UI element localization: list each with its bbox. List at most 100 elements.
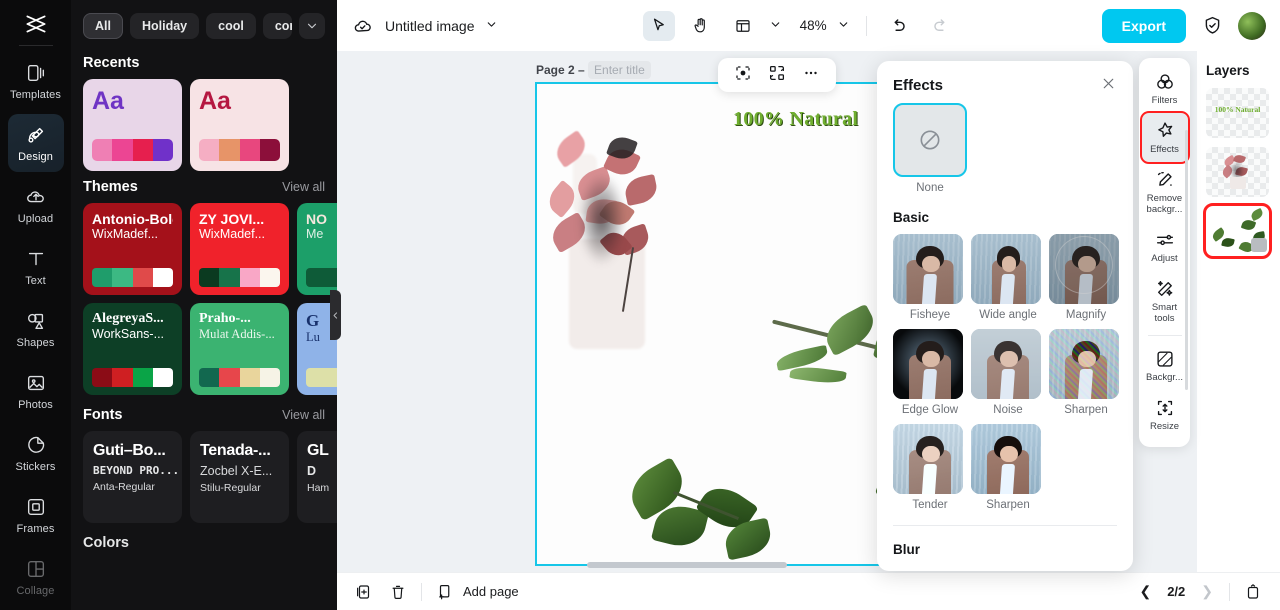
pages-panel-icon[interactable] bbox=[1242, 581, 1264, 603]
themes-view-all[interactable]: View all bbox=[282, 180, 325, 194]
next-page-button[interactable]: ❯ bbox=[1197, 583, 1217, 600]
theme-font-secondary: WixMadef... bbox=[199, 228, 280, 242]
zoom-chevron-down-icon[interactable] bbox=[837, 18, 850, 34]
sidebar-label: Design bbox=[18, 151, 53, 163]
zoom-level[interactable]: 48% bbox=[800, 18, 827, 33]
shield-check-icon[interactable] bbox=[1196, 11, 1228, 41]
undo-button[interactable] bbox=[883, 11, 915, 41]
chip-cool[interactable]: cool bbox=[206, 13, 256, 39]
layout-tool-button[interactable] bbox=[727, 11, 759, 41]
tool-adjust[interactable]: Adjust bbox=[1142, 222, 1188, 271]
theme-card[interactable]: AlegreyaS... WorkSans-... bbox=[83, 303, 182, 395]
tool-background[interactable]: Backgr... bbox=[1142, 341, 1188, 390]
magic-select-icon[interactable] bbox=[734, 64, 752, 87]
sidebar-item-text[interactable]: Text bbox=[8, 238, 64, 296]
swatch-strip bbox=[199, 139, 280, 161]
theme-card[interactable]: Praho-... Mulat Addis-... bbox=[190, 303, 289, 395]
hand-tool-button[interactable] bbox=[685, 11, 717, 41]
more-options-icon[interactable] bbox=[802, 64, 820, 87]
page-title-input[interactable]: Enter title bbox=[588, 61, 651, 79]
chip-all[interactable]: All bbox=[83, 13, 123, 39]
toolstrip-scrollbar[interactable] bbox=[1185, 130, 1188, 390]
rail-divider bbox=[19, 45, 53, 46]
add-page-icon bbox=[434, 581, 456, 603]
canvas-text-layer[interactable]: 100% Natural bbox=[733, 108, 858, 131]
tool-effects[interactable]: Effects bbox=[1142, 113, 1188, 162]
shapes-icon bbox=[25, 310, 47, 332]
capcut-logo-icon[interactable] bbox=[16, 8, 56, 39]
canvas-floating-toolbar bbox=[718, 58, 836, 92]
effect-item[interactable]: Tender bbox=[893, 424, 963, 511]
sidebar-item-templates[interactable]: Templates bbox=[8, 52, 64, 110]
fonts-view-all[interactable]: View all bbox=[282, 408, 325, 422]
effect-item[interactable]: Fisheye bbox=[893, 234, 963, 321]
sidebar-item-photos[interactable]: Photos bbox=[8, 362, 64, 420]
chevron-down-icon[interactable] bbox=[485, 18, 498, 34]
layout-chevron-down-icon[interactable] bbox=[769, 18, 782, 34]
sidebar-label: Shapes bbox=[17, 337, 55, 349]
effect-item[interactable]: Noise bbox=[971, 329, 1041, 416]
document-title[interactable]: Untitled image bbox=[385, 18, 475, 34]
effect-item[interactable]: Sharpen bbox=[971, 424, 1041, 511]
tool-label: Filters bbox=[1152, 96, 1178, 107]
chip-concise[interactable]: concise bbox=[263, 13, 292, 39]
effect-thumbnail bbox=[1049, 329, 1119, 399]
section-title: Recents bbox=[83, 55, 139, 71]
effect-item[interactable]: Magnify bbox=[1049, 234, 1119, 321]
delete-page-icon[interactable] bbox=[387, 581, 409, 603]
tool-remove-background[interactable]: Remove backgr... bbox=[1142, 162, 1188, 222]
canvas-horizontal-scrollbar[interactable] bbox=[587, 562, 787, 568]
tool-smart-tools[interactable]: Smart tools bbox=[1142, 271, 1188, 331]
tool-filters[interactable]: Filters bbox=[1142, 64, 1188, 113]
bottom-toolbar: Add page ❮ 2/2 ❯ bbox=[337, 572, 1280, 610]
close-icon[interactable] bbox=[1100, 75, 1117, 95]
swatch-strip bbox=[306, 368, 337, 387]
sidebar-item-design[interactable]: Design bbox=[8, 114, 64, 172]
tool-resize[interactable]: Resize bbox=[1142, 390, 1188, 439]
recent-card[interactable]: Aa bbox=[83, 79, 182, 171]
duplicate-page-icon[interactable] bbox=[353, 581, 375, 603]
user-avatar[interactable] bbox=[1238, 12, 1266, 40]
sidebar-item-collage[interactable]: Collage bbox=[8, 548, 64, 606]
themes-header: Themes View all bbox=[71, 171, 337, 203]
page-indicator: 2/2 bbox=[1167, 584, 1185, 599]
sidebar-item-frames[interactable]: Frames bbox=[8, 486, 64, 544]
font-card[interactable]: Guti–Bo... BEYOND PRO... Anta-Regular bbox=[83, 431, 182, 523]
effect-none-item[interactable]: None bbox=[893, 103, 1117, 194]
fonts-row: Guti–Bo... BEYOND PRO... Anta-Regular Te… bbox=[71, 431, 337, 523]
page-number-label: Page 2 – bbox=[536, 63, 585, 77]
theme-card[interactable]: Antonio-Bold WixMadef... bbox=[83, 203, 182, 295]
sidebar-item-shapes[interactable]: Shapes bbox=[8, 300, 64, 358]
redo-button[interactable] bbox=[925, 11, 957, 41]
font-card[interactable]: GL D Ham bbox=[297, 431, 337, 523]
photos-icon bbox=[25, 372, 47, 394]
effect-item[interactable]: Sharpen bbox=[1049, 329, 1119, 416]
chip-holiday[interactable]: Holiday bbox=[130, 13, 199, 39]
sidebar-item-upload[interactable]: Upload bbox=[8, 176, 64, 234]
sidebar-item-stickers[interactable]: Stickers bbox=[8, 424, 64, 482]
add-page-button[interactable]: Add page bbox=[434, 581, 519, 603]
chevron-down-icon[interactable] bbox=[299, 13, 325, 39]
font-name-1: Tenada-... bbox=[200, 442, 279, 460]
theme-card[interactable]: ZY JOVI... WixMadef... bbox=[190, 203, 289, 295]
theme-card[interactable]: NO Me bbox=[297, 203, 337, 295]
export-button[interactable]: Export bbox=[1102, 9, 1186, 43]
effect-label: Sharpen bbox=[1049, 404, 1123, 416]
section-title: Fonts bbox=[83, 407, 122, 423]
font-card[interactable]: Tenada-... Zocbel X-E... Stilu-Regular bbox=[190, 431, 289, 523]
effect-item[interactable]: Edge Glow bbox=[893, 329, 963, 416]
prev-page-button[interactable]: ❮ bbox=[1135, 583, 1155, 600]
recent-card[interactable]: Aa bbox=[190, 79, 289, 171]
qr-code-icon[interactable] bbox=[768, 64, 786, 87]
layer-item-leaves[interactable] bbox=[1206, 206, 1269, 256]
stickers-icon bbox=[25, 434, 47, 456]
effect-thumbnail bbox=[971, 424, 1041, 494]
theme-font-secondary: WixMadef... bbox=[92, 228, 173, 242]
layer-item-flower[interactable] bbox=[1206, 147, 1269, 197]
effect-item[interactable]: Wide angle bbox=[971, 234, 1041, 321]
panel-collapse-handle[interactable] bbox=[330, 290, 341, 340]
layer-item-text[interactable]: 100% Natural bbox=[1206, 88, 1269, 138]
image-tools-strip: Filters Effects Remove backgr... Adjust bbox=[1139, 58, 1190, 447]
effects-divider bbox=[893, 525, 1117, 526]
select-tool-button[interactable] bbox=[643, 11, 675, 41]
